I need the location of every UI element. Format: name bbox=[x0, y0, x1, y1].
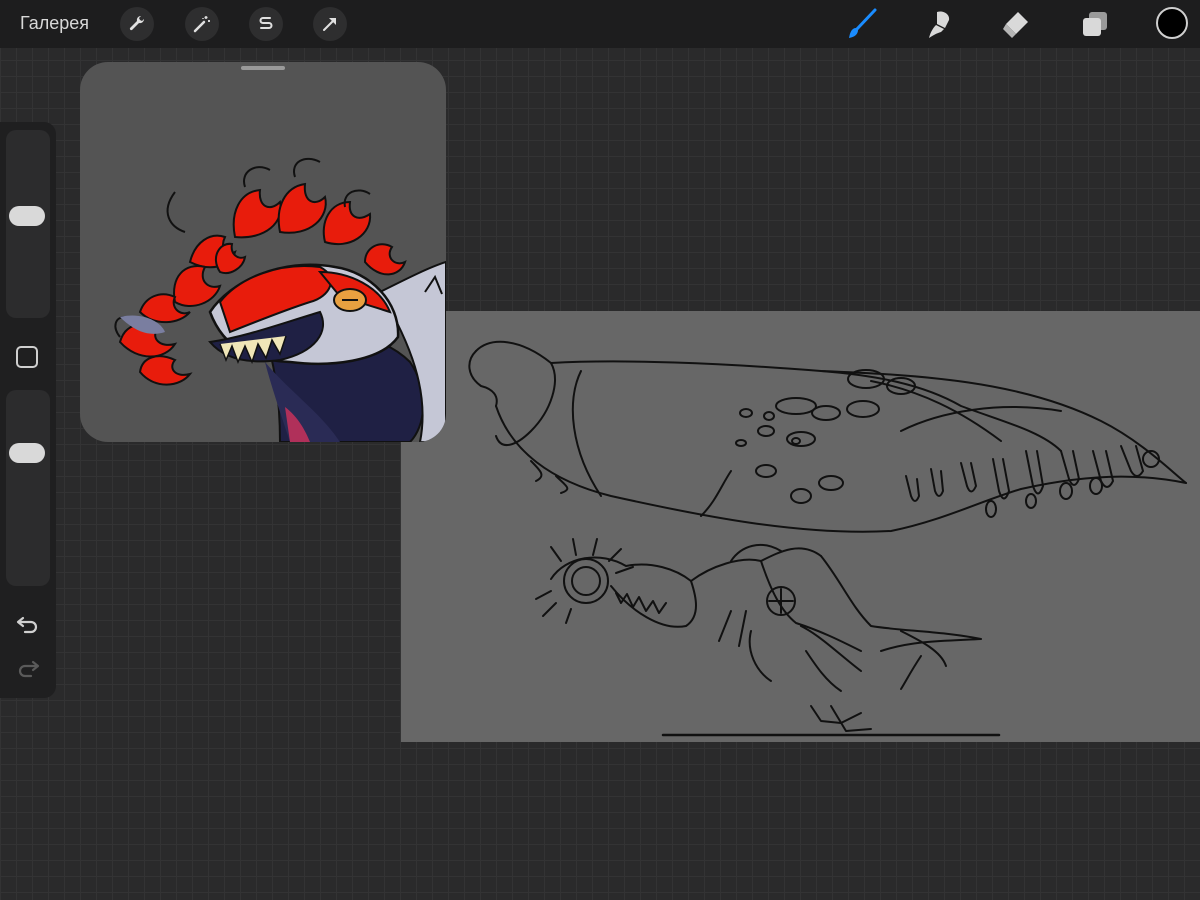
wrench-icon[interactable] bbox=[120, 7, 154, 41]
smudge-icon[interactable] bbox=[921, 6, 957, 42]
opacity-slider[interactable] bbox=[6, 390, 50, 586]
drawing-canvas[interactable] bbox=[401, 311, 1200, 742]
modify-square-icon[interactable] bbox=[16, 346, 38, 368]
magic-wand-icon[interactable] bbox=[185, 7, 219, 41]
reference-image bbox=[114, 157, 446, 442]
redo-icon[interactable] bbox=[14, 654, 42, 682]
layers-icon[interactable] bbox=[1077, 6, 1113, 42]
gallery-button[interactable]: Галерея bbox=[20, 13, 89, 34]
undo-icon[interactable] bbox=[14, 610, 42, 638]
selection-s-icon[interactable] bbox=[249, 7, 283, 41]
brush-size-slider[interactable] bbox=[6, 130, 50, 318]
color-picker-button[interactable] bbox=[1156, 7, 1188, 39]
opacity-slider-thumb[interactable] bbox=[9, 443, 45, 463]
brush-size-slider-thumb[interactable] bbox=[9, 206, 45, 226]
left-sidebar bbox=[0, 122, 56, 698]
reference-drag-handle[interactable] bbox=[241, 66, 285, 70]
reference-window[interactable] bbox=[80, 62, 446, 442]
creature-sketch bbox=[468, 340, 1187, 737]
brush-icon[interactable] bbox=[844, 6, 880, 42]
top-toolbar: Галерея bbox=[0, 0, 1200, 48]
eraser-icon[interactable] bbox=[998, 6, 1034, 42]
transform-arrow-icon[interactable] bbox=[313, 7, 347, 41]
